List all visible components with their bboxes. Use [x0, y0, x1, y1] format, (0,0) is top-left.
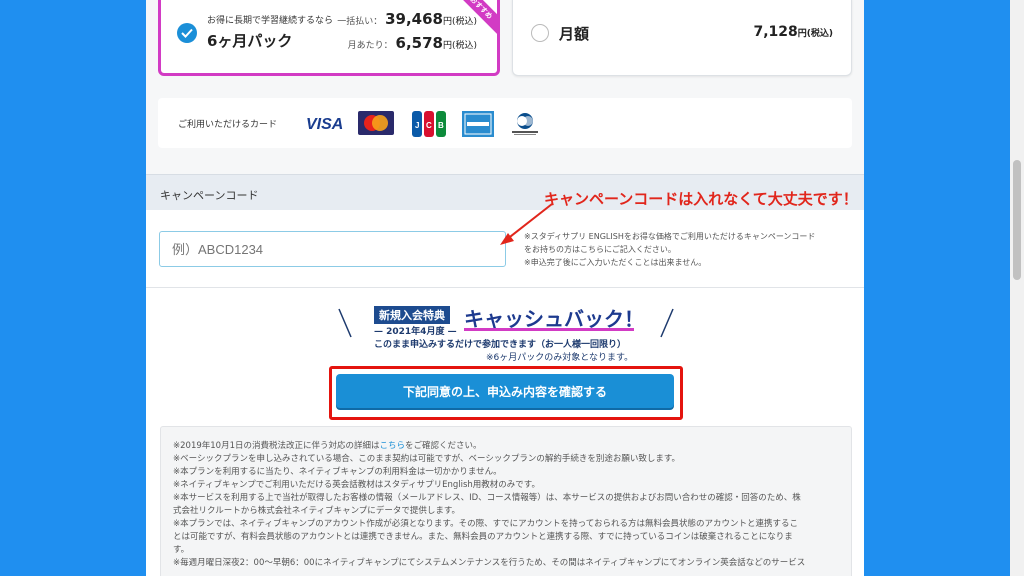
terms-notice: ※2019年10月1日の消費税法改正に伴う対応の詳細はこちらをご確認ください。 … [160, 426, 852, 576]
diners-club-logo-icon [512, 113, 538, 135]
visa-logo-icon: VISA [306, 116, 343, 133]
campaign-code-note: ※スタディサプリ ENGLISHをお得な価格でご利用いただけるキャンペーンコード… [524, 230, 846, 269]
svg-text:C: C [426, 121, 432, 130]
notice-link[interactable]: こちら [379, 441, 405, 451]
campaign-code-input[interactable] [159, 231, 506, 267]
campaign-note-line: をお持ちの方はこちらにご記入ください。 [524, 245, 676, 254]
notice-line: ※本プランでは、ネイティブキャンプのアカウント作成が必須となります。その際、すで… [173, 519, 798, 529]
accepted-cards-label: ご利用いただけるカード [178, 120, 278, 130]
checkout-page: お得に長期で学習継続するなら 6ヶ月パック 一括払い： 39,468円(税込) … [146, 0, 864, 576]
notice-line: す。 [173, 545, 190, 555]
mastercard-logo-icon [358, 111, 394, 135]
campaign-code-title: キャンペーンコード [160, 189, 259, 202]
plan-subtitle: お得に長期で学習継続するなら [207, 16, 334, 26]
notice-line: ※本サービスを利用する上で当社が取得したお客様の情報（メールアドレス、ID、コー… [173, 493, 801, 503]
plan-monthly-card[interactable]: 月額 7,128円(税込) [512, 0, 852, 76]
annotation-text: キャンペーンコードは入れなくて大丈夫です！ [544, 190, 858, 208]
svg-text:B: B [438, 121, 444, 130]
notice-text: をご確認ください。 [405, 441, 482, 451]
accepted-cards: ご利用いただけるカード VISA J C B [158, 98, 852, 148]
confirm-application-button[interactable]: 下記同意の上、申込み内容を確認する [336, 374, 674, 408]
plan-name: 月額 [559, 25, 590, 43]
plan-name: 6ヶ月パック [207, 32, 293, 50]
right-slash-icon [660, 308, 674, 338]
campaign-note-line: ※申込完了後にご入力いただくことは出来ません。 [524, 258, 707, 267]
cashback-banner: 新規入会特典 — 2021年4月度 — キャッシュバック！ このまま申込みするだ… [146, 288, 864, 368]
plan-six-month-card[interactable]: お得に長期で学習継続するなら 6ヶ月パック 一括払い： 39,468円(税込) … [158, 0, 500, 76]
cashback-period: — 2021年4月度 — [374, 327, 457, 337]
per-month-price: 月あたり： 6,578円(税込) [348, 34, 477, 52]
svg-text:J: J [415, 121, 419, 130]
check-icon [177, 23, 197, 43]
cashback-underline [464, 328, 634, 331]
notice-line: 式会社リクルートから株式会社ネイティブキャンプにデータで提供します。 [173, 506, 460, 516]
amex-logo-icon [462, 111, 494, 137]
per-month-label: 月あたり： [347, 41, 393, 51]
notice-line: ※ベーシックプランを申し込みされている場合、このまま契約は可能ですが、ベーシック… [173, 454, 681, 464]
notice-line: ※2019年10月1日の消費税法改正に伴う対応の詳細はこちらをご確認ください。 [173, 440, 839, 453]
notice-text: ※2019年10月1日の消費税法改正に伴う対応の詳細は [173, 441, 380, 451]
left-slash-icon [338, 308, 352, 338]
svg-text:VISA: VISA [306, 116, 343, 133]
lump-sum-label: 一括払い： [337, 17, 383, 27]
per-month-amount: 6,578 [395, 34, 443, 52]
notice-line: とは可能ですが、有料会員状態のアカウントとは連携できません。また、無料会員のアカ… [173, 532, 793, 542]
monthly-unit: 円(税込) [797, 29, 833, 39]
notice-line: ※ネイティブキャンプでご利用いただける英会話教材はスタディサプリEnglish用… [173, 480, 540, 490]
cashback-condition: ※6ヶ月パックのみ対象となります。 [486, 353, 634, 363]
monthly-amount: 7,128 [753, 24, 798, 40]
lump-sum-amount: 39,468 [385, 10, 443, 28]
jcb-logo-icon: J C B [412, 111, 446, 137]
lump-sum-price: 一括払い： 39,468円(税込) [337, 10, 477, 28]
new-member-badge: 新規入会特典 [374, 306, 450, 324]
radio-icon[interactable] [531, 24, 549, 42]
monthly-price: 7,128円(税込) [753, 24, 833, 40]
lump-sum-unit: 円(税込) [442, 17, 477, 27]
notice-line: ※本プランを利用するに当たり、ネイティブキャンプの利用料金は一切かかりません。 [173, 467, 502, 477]
campaign-note-line: ※スタディサプリ ENGLISHをお得な価格でご利用いただけるキャンペーンコード [524, 232, 816, 241]
cashback-description: このまま申込みするだけで参加できます（お一人様一回限り） [374, 340, 627, 350]
notice-line: ※毎週月曜日深夜2：00〜早朝6：00にネイティブキャンプにてシステムメンテナン… [173, 558, 806, 568]
scrollbar[interactable] [1010, 0, 1024, 576]
per-month-unit: 円(税込) [442, 41, 477, 51]
scrollbar-thumb[interactable] [1013, 160, 1021, 280]
cashback-section: 新規入会特典 — 2021年4月度 — キャッシュバック！ このまま申込みするだ… [146, 288, 864, 576]
